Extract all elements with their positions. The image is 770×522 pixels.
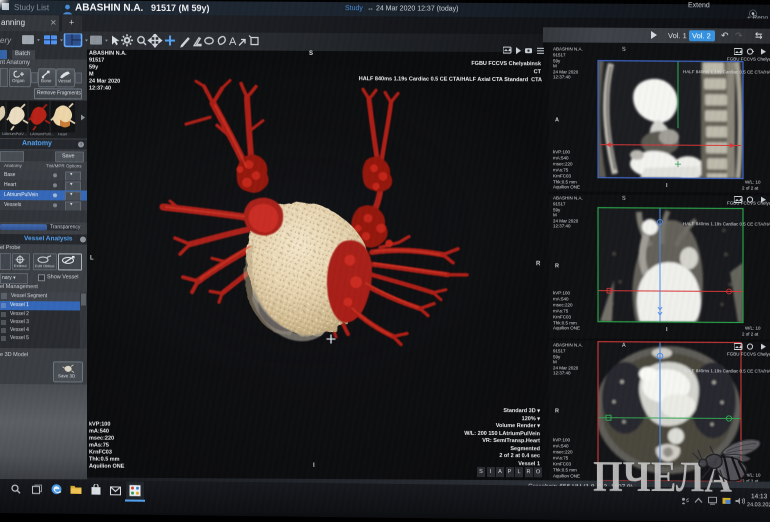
svg-text:A: A <box>229 36 237 48</box>
